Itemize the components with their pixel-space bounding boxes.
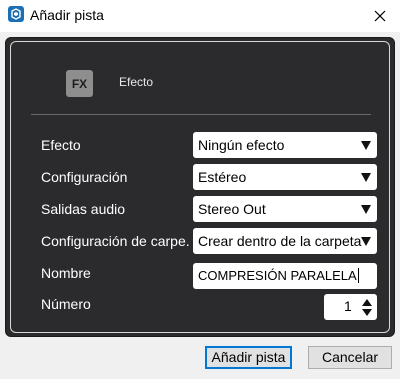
folder-configuration-label: Configuración de carpe. <box>41 233 190 249</box>
dropdown-arrow-icon <box>361 205 371 214</box>
configuration-label: Configuración <box>41 169 128 185</box>
close-button[interactable] <box>360 0 400 32</box>
decrement-arrow-icon[interactable] <box>362 309 372 316</box>
name-input-value: COMPRESIÓN PARALELA <box>198 268 357 283</box>
audio-outputs-dropdown[interactable]: Stereo Out <box>193 196 377 222</box>
cancel-button[interactable]: Cancelar <box>308 346 392 369</box>
close-icon <box>374 10 386 22</box>
name-label: Nombre <box>41 265 91 281</box>
configuration-value: Estéreo <box>198 169 247 185</box>
effect-value: Ningún efecto <box>198 137 285 153</box>
add-track-dialog: Añadir pista FX Efecto Efecto Ningún efe… <box>0 0 400 379</box>
section-title: Efecto <box>119 75 154 89</box>
folder-configuration-dropdown[interactable]: Crear dentro de la carpeta <box>193 228 377 254</box>
dropdown-arrow-icon <box>361 173 371 182</box>
title-bar: Añadir pista <box>0 0 400 32</box>
configuration-dropdown[interactable]: Estéreo <box>193 164 377 190</box>
audio-outputs-label: Salidas audio <box>41 201 126 217</box>
effect-label: Efecto <box>41 137 81 153</box>
window-title: Añadir pista <box>30 7 104 23</box>
increment-arrow-icon[interactable] <box>362 299 372 306</box>
app-logo-icon <box>8 6 24 22</box>
add-track-button[interactable]: Añadir pista <box>205 346 292 369</box>
audio-outputs-value: Stereo Out <box>198 201 266 217</box>
number-label: Número <box>41 296 91 312</box>
dropdown-arrow-icon <box>361 237 371 246</box>
number-stepper[interactable]: 1 <box>324 294 377 320</box>
name-input[interactable]: COMPRESIÓN PARALELA <box>193 263 377 289</box>
divider <box>31 114 371 115</box>
text-caret <box>357 268 359 283</box>
settings-panel: FX Efecto Efecto Ningún efecto Configura… <box>5 37 395 337</box>
fx-icon: FX <box>66 70 93 97</box>
dropdown-arrow-icon <box>361 141 371 150</box>
folder-configuration-value: Crear dentro de la carpeta <box>198 233 362 249</box>
number-value: 1 <box>344 298 352 314</box>
panel-frame: FX Efecto Efecto Ningún efecto Configura… <box>10 41 390 333</box>
effect-dropdown[interactable]: Ningún efecto <box>193 132 377 158</box>
